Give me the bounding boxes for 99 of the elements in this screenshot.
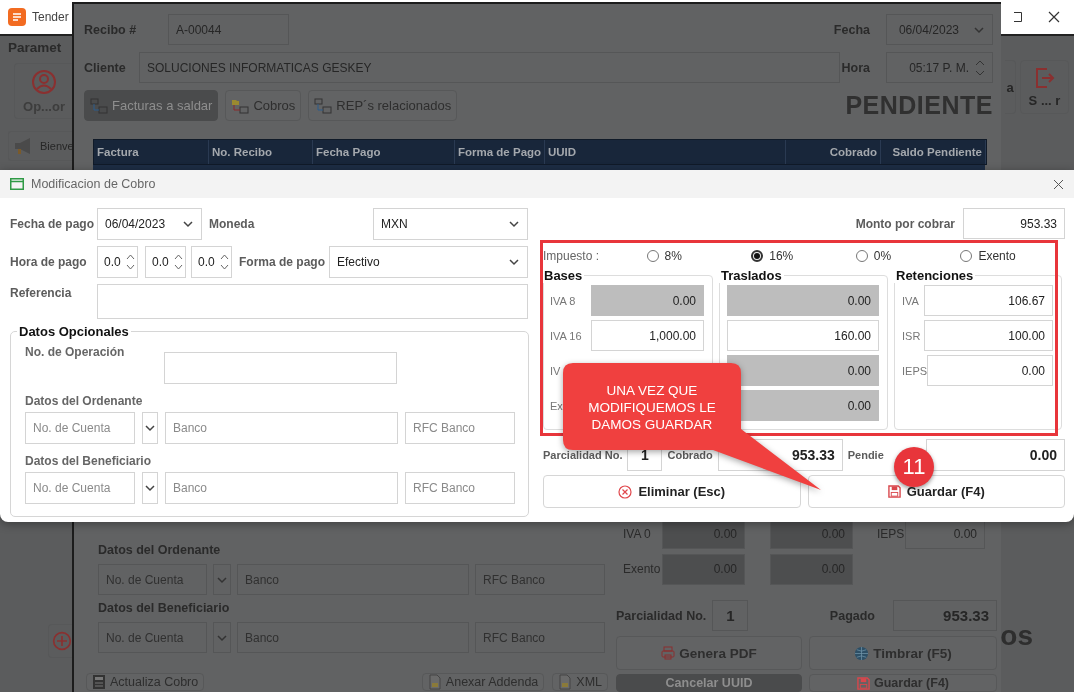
spin-field[interactable]: 0.0 xyxy=(145,246,186,278)
column-header[interactable]: Forma de Pago xyxy=(455,140,545,164)
amount-field[interactable]: 106.67 xyxy=(924,285,1053,316)
field-label: Fecha de pago xyxy=(10,217,96,231)
field-label: Impuesto : xyxy=(543,249,601,263)
radio-option[interactable]: 16% xyxy=(751,249,856,263)
operation-field[interactable] xyxy=(164,352,397,384)
group-title: Retenciones xyxy=(895,268,975,283)
field-label: Cobrado xyxy=(667,449,713,461)
field-label: Exento xyxy=(622,562,662,576)
field-label: Referencia xyxy=(10,285,73,300)
field-label: Parcialidad No. xyxy=(543,449,623,461)
field-label: Cliente xyxy=(84,60,127,75)
section-label: Datos del Ordenante xyxy=(98,543,222,559)
rfc-field[interactable]: RFC Banco xyxy=(405,412,515,444)
caret-icon xyxy=(182,218,194,230)
pending-field[interactable]: 0.00 xyxy=(926,439,1065,471)
spin-arrows-icon xyxy=(174,253,183,271)
app-logo-icon xyxy=(8,8,26,26)
caret-icon xyxy=(144,482,156,494)
field-label: IVA 16 xyxy=(550,329,582,342)
field-label: IV xyxy=(550,364,561,377)
amount-field[interactable]: 953.33 xyxy=(963,208,1065,239)
column-header[interactable]: Factura xyxy=(94,140,209,164)
cancel-icon xyxy=(618,484,633,499)
field-label: IVA 8 xyxy=(550,294,576,307)
folder-icon xyxy=(231,97,250,114)
field-label: Ex xyxy=(550,399,563,412)
dropdown-button[interactable] xyxy=(213,564,231,595)
account-field[interactable]: No. de Cuenta xyxy=(25,412,135,444)
dropdown-button[interactable] xyxy=(213,622,231,653)
field-label: Hora de pago xyxy=(10,255,88,269)
spin-arrows-icon xyxy=(126,253,135,271)
field-label: Moneda xyxy=(209,217,255,231)
column-header[interactable]: Saldo Pendiente xyxy=(881,140,986,164)
printer-icon xyxy=(661,646,676,660)
field-label: Pendie xyxy=(847,449,884,461)
column-header[interactable]: Cobrado xyxy=(786,140,881,164)
field-label: Parcialidad No. xyxy=(616,608,707,623)
field-label: Hora xyxy=(841,60,870,75)
calculator-icon xyxy=(92,674,106,690)
amount-field[interactable]: 100.00 xyxy=(924,320,1053,351)
section-label: Datos del Beneficiario xyxy=(98,601,231,617)
caret-icon xyxy=(508,218,520,230)
bank-field[interactable]: Banco xyxy=(165,412,398,444)
field-label: Recibo # xyxy=(84,22,138,37)
column-header[interactable]: No. Recibo xyxy=(209,140,313,164)
close-icon[interactable] xyxy=(1053,178,1064,190)
reference-field[interactable] xyxy=(97,284,528,319)
amount-field[interactable]: 1,000.00 xyxy=(591,320,704,351)
field-label: Pagado xyxy=(829,608,875,623)
window-title: Tender xyxy=(32,10,69,24)
spin-arrows-icon xyxy=(975,58,985,77)
dialog-title: Modificacion de Cobro xyxy=(31,177,156,191)
field-label: Monto por cobrar xyxy=(855,216,955,231)
amount-field[interactable]: 0.00 xyxy=(927,355,1053,386)
field-label: IVA 0 xyxy=(622,526,652,541)
add-icon xyxy=(52,631,72,651)
action-button[interactable]: Eliminar (Esc) xyxy=(543,475,801,508)
section-label: Datos del Ordenante xyxy=(25,394,144,408)
caret-icon xyxy=(144,422,156,434)
window-icon xyxy=(10,178,24,190)
bank-field[interactable]: Banco xyxy=(165,472,398,504)
date-field[interactable]: 06/04/2023 xyxy=(97,208,202,240)
save-icon xyxy=(887,485,901,498)
payment-method-dropdown[interactable]: Efectivo xyxy=(329,246,528,278)
tree-icon xyxy=(314,97,333,114)
currency-dropdown[interactable]: MXN xyxy=(373,208,528,240)
exit-icon xyxy=(1033,66,1056,89)
action-button[interactable]: Guardar (F4) xyxy=(807,475,1065,508)
rfc-field[interactable]: RFC Banco xyxy=(405,472,515,504)
spin-field[interactable]: 0.0 xyxy=(97,246,138,278)
section-label: Datos del Beneficiario xyxy=(25,454,153,468)
column-header[interactable]: Fecha Pago xyxy=(313,140,455,164)
radio-option[interactable]: 8% xyxy=(646,249,752,263)
user-icon xyxy=(31,68,57,95)
field-label: IEPS xyxy=(877,526,905,541)
close-icon xyxy=(1048,11,1060,23)
field-label: IVA xyxy=(902,294,919,307)
tree-icon xyxy=(90,97,108,114)
column-header[interactable]: UUID xyxy=(545,140,786,164)
account-field[interactable]: No. de Cuenta xyxy=(25,472,135,504)
group-title: Bases xyxy=(543,268,584,283)
caret-icon xyxy=(508,256,520,268)
spin-arrows-icon xyxy=(220,253,229,271)
spin-field[interactable]: 0.0 xyxy=(191,246,232,278)
maximize-icon xyxy=(1014,12,1022,22)
field-label: No. de Operación xyxy=(25,345,126,359)
field-label: Fecha xyxy=(833,22,870,37)
radio-option[interactable]: Exento xyxy=(960,249,1065,263)
group-title: Traslados xyxy=(720,268,783,283)
radio-option[interactable]: 0% xyxy=(855,249,961,263)
amount-field[interactable]: 160.00 xyxy=(727,320,879,351)
save-icon xyxy=(857,676,870,690)
field-label: IEPS xyxy=(902,364,928,377)
group-title: Datos Opcionales xyxy=(18,324,130,339)
field-label: ISR xyxy=(902,329,921,342)
field-label: Forma de pago xyxy=(239,255,325,269)
globe-icon xyxy=(854,645,870,661)
